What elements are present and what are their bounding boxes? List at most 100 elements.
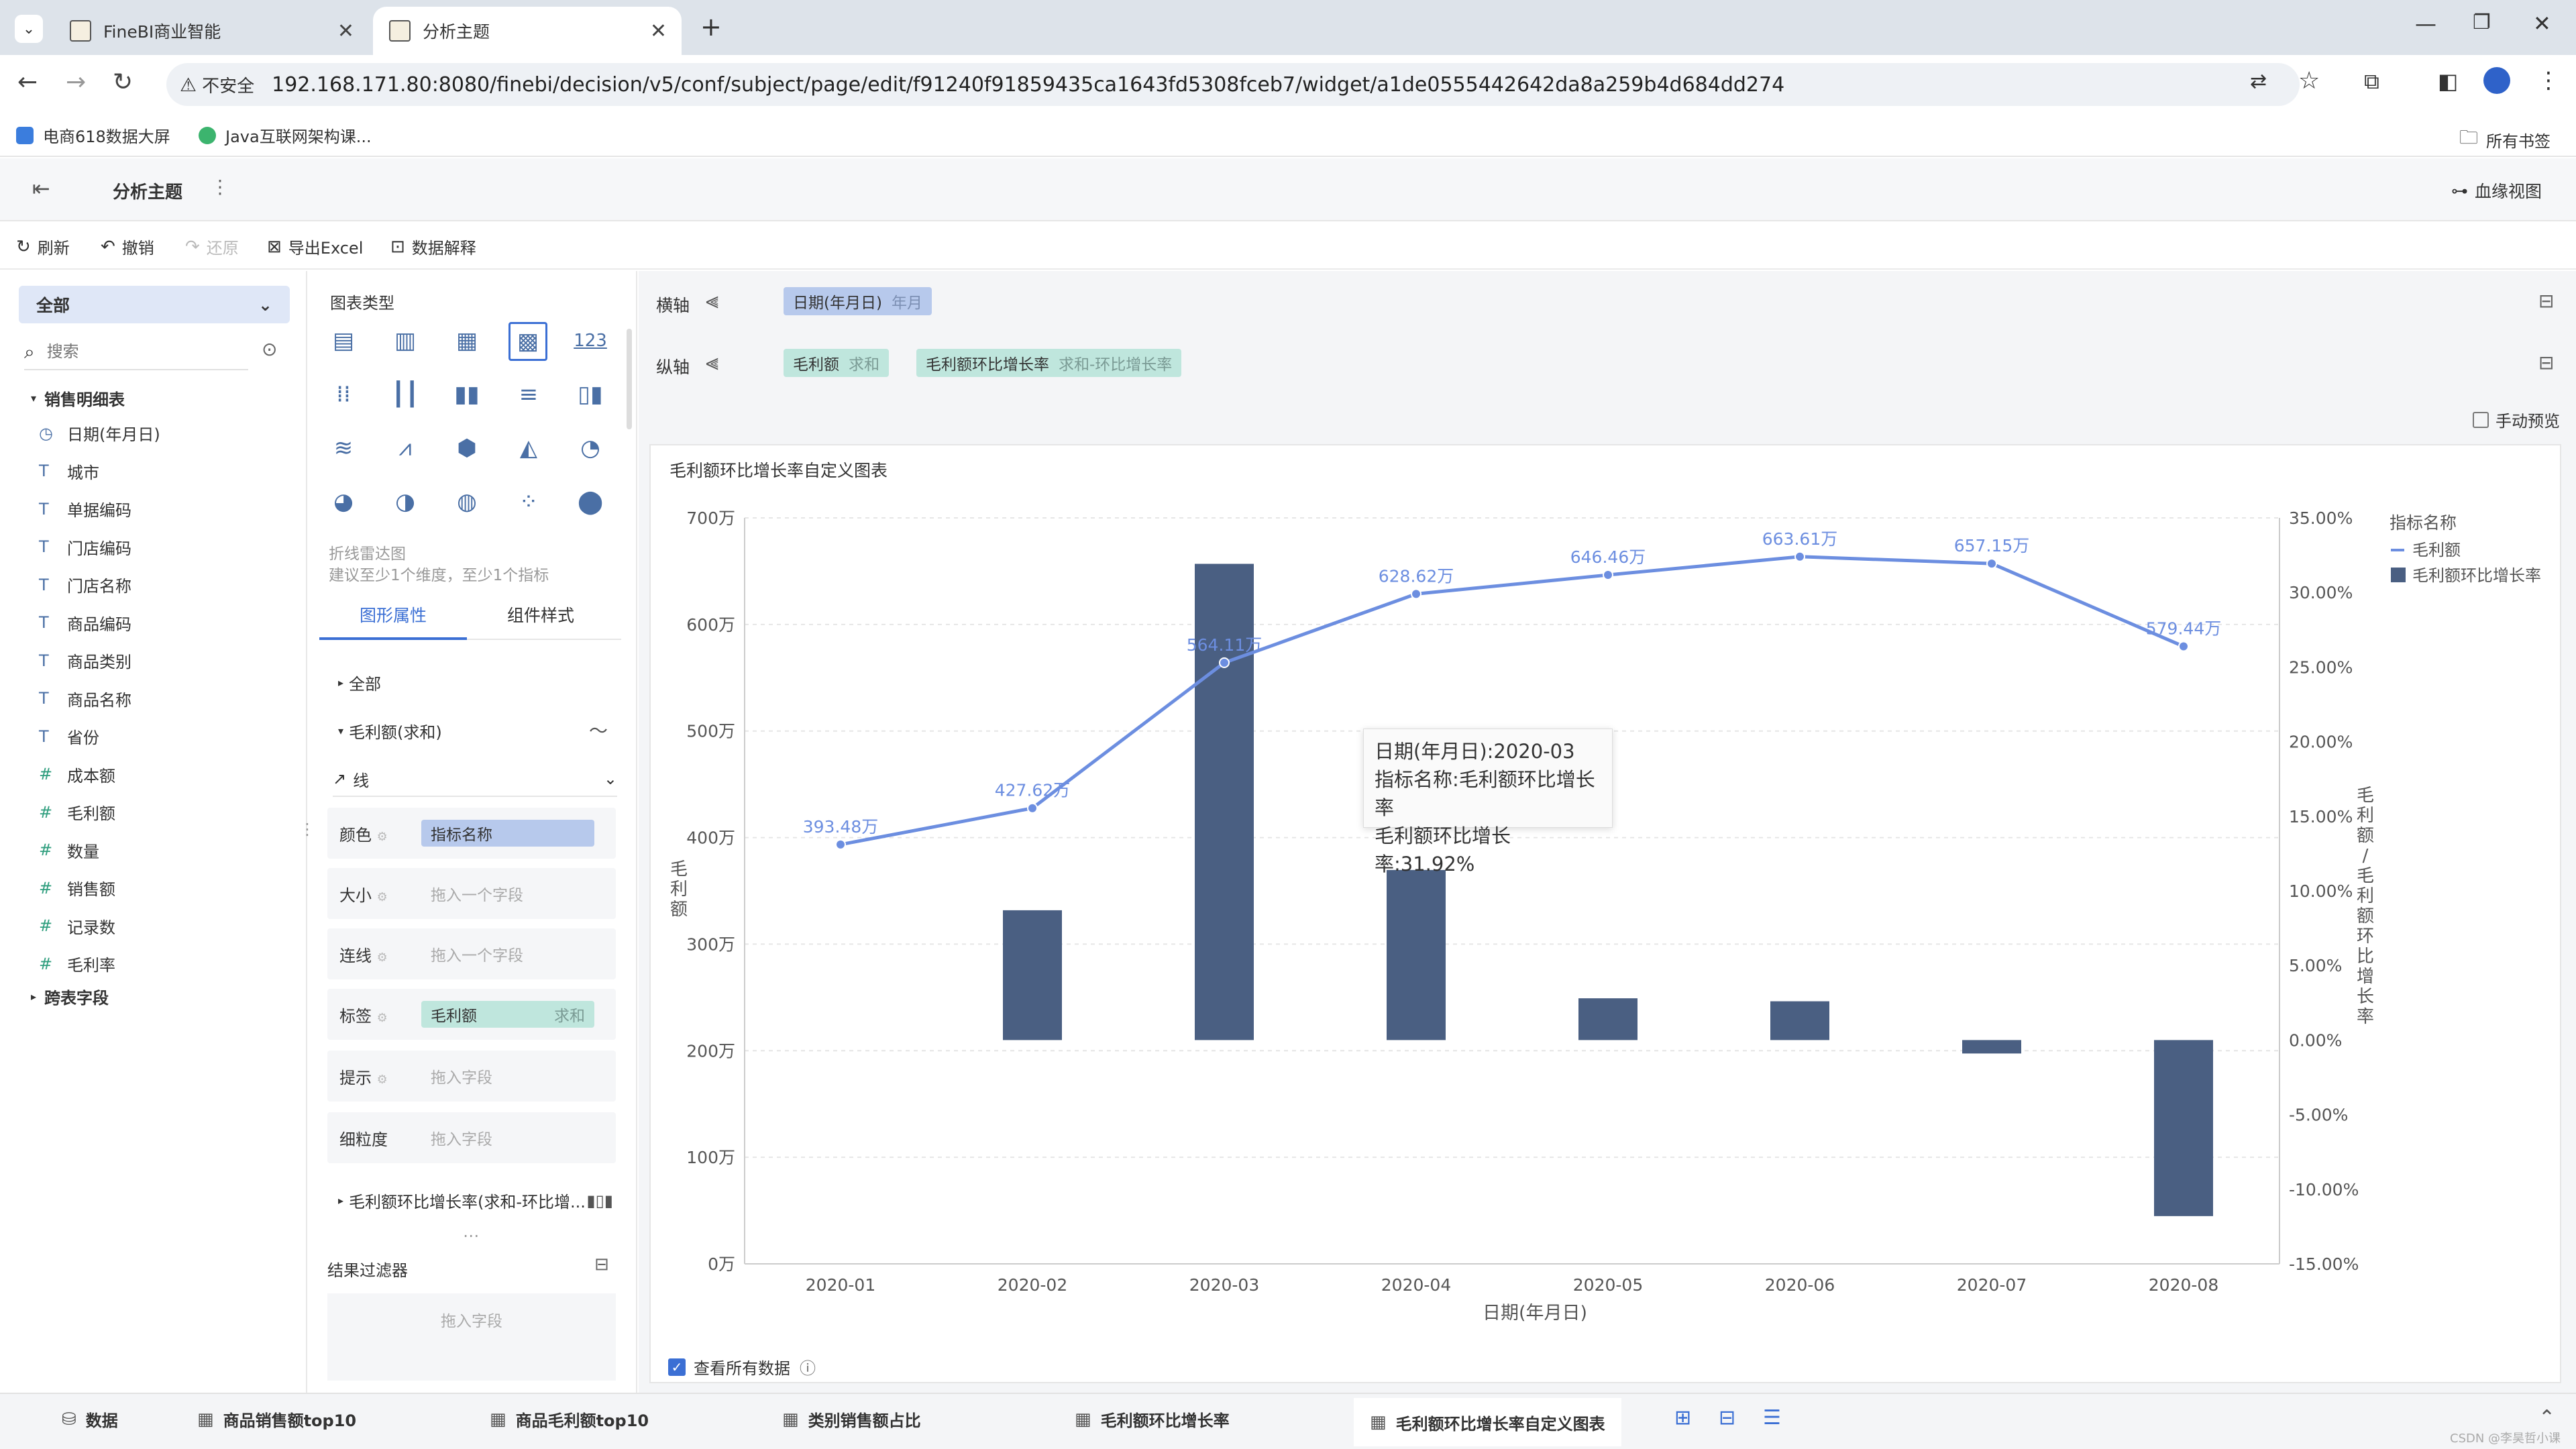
tab-graphic-properties[interactable]: 图形属性 — [319, 597, 467, 640]
x-axis-type-icon[interactable]: ⫷ — [706, 287, 718, 314]
x-axis-lock-icon[interactable]: ⊟ — [2538, 290, 2554, 312]
field-item[interactable]: T 商品编码 — [39, 611, 131, 635]
minimize-icon[interactable]: — — [2415, 11, 2436, 36]
field-item[interactable]: T 门店编码 — [39, 535, 131, 559]
tab-widget[interactable]: ▦ 商品销售额top10 — [197, 1407, 356, 1431]
manual-preview-toggle[interactable]: 手动预览 — [2473, 408, 2560, 431]
bookmark-star-icon[interactable]: ☆ — [2298, 67, 2320, 95]
table-dropdown[interactable]: 全部 ⌄ — [19, 286, 290, 323]
x-axis-field-pill[interactable]: 日期(年月日) 年月 — [784, 287, 932, 315]
field-item[interactable]: T 城市 — [39, 460, 99, 483]
extensions-icon[interactable]: ⧉ — [2364, 68, 2379, 95]
bookmark-item[interactable]: 电商618数据大屏 — [16, 123, 170, 147]
security-label[interactable]: 不安全 — [202, 72, 254, 97]
undo-button[interactable]: ↶ 撤销 — [101, 235, 154, 258]
chart-type-option-icon[interactable]: ◕ — [327, 487, 360, 517]
mark-type-select[interactable]: ↗ 线 ⌄ — [333, 762, 617, 797]
chart-legend[interactable]: 指标名称毛利额毛利额环比增长率 — [2390, 513, 2541, 585]
browser-tab-subject[interactable]: 分析主题 ✕ — [373, 7, 682, 55]
chart-type-option-icon[interactable]: ◍ — [451, 487, 483, 517]
prop-label-row[interactable]: 标签 ⚙ 毛利额 求和 — [327, 989, 616, 1040]
y-axis-field1-pill[interactable]: 毛利额 求和 — [784, 349, 889, 377]
restore-icon[interactable]: ❐ — [2473, 11, 2491, 34]
field-item[interactable]: # 记录数 — [39, 914, 115, 938]
tab-component-style[interactable]: 组件样式 — [467, 597, 614, 640]
tab-list-chevron-icon[interactable]: ⌄ — [15, 15, 43, 43]
redo-button[interactable]: ↷ 还原 — [185, 235, 239, 258]
filter-drop-zone[interactable]: 拖入字段 — [327, 1293, 616, 1381]
field-item[interactable]: # 销售额 — [39, 876, 115, 900]
menu-kebab-icon[interactable]: ⋮ — [2537, 67, 2560, 94]
cross-table-node[interactable]: ▸ 跨表字段 — [31, 985, 109, 1008]
chart-type-option-icon[interactable]: 123 — [574, 326, 607, 356]
window-close-icon[interactable]: ✕ — [2533, 11, 2551, 36]
sidepanel-icon[interactable]: ◧ — [2438, 68, 2458, 94]
view-all-data[interactable]: ✓ 查看所有数据 ⓘ — [668, 1355, 816, 1379]
tip-drop-zone[interactable]: 拖入字段 — [421, 1065, 492, 1087]
add-dashboard-icon[interactable]: ⊟ — [1719, 1406, 1735, 1430]
prop-color-row[interactable]: 颜色 ⚙ 指标名称 — [327, 808, 616, 859]
field-item[interactable]: # 毛利率 — [39, 952, 115, 975]
field-item[interactable]: T 门店名称 — [39, 573, 131, 596]
chart-type-option-icon[interactable]: ▩ — [508, 322, 547, 361]
tab-widget-active[interactable]: ▦ 毛利额环比增长率自定义图表 — [1354, 1398, 1621, 1446]
more-options-icon[interactable]: ⊙ — [262, 338, 277, 360]
all-bookmarks[interactable]: 🗀 所有书签 — [2459, 123, 2551, 156]
series2-group[interactable]: ▸ 毛利额环比增长率(求和-环比增... ▮▯▮ — [338, 1189, 613, 1212]
forward-icon[interactable]: → — [66, 68, 86, 96]
prop-connect-row[interactable]: 连线 ⚙ 拖入一个字段 — [327, 928, 616, 979]
refresh-button[interactable]: ↻ 刷新 — [16, 235, 70, 258]
chart-type-option-icon[interactable]: ◭ — [513, 433, 545, 463]
view-all-checkbox[interactable]: ✓ — [668, 1358, 686, 1376]
tab-data[interactable]: ⛁ 数据 — [62, 1407, 118, 1431]
export-excel-button[interactable]: ⊠ 导出Excel — [267, 235, 363, 258]
chart-type-option-icon[interactable]: ▦ — [451, 326, 483, 356]
tab-widget[interactable]: ▦ 商品毛利额top10 — [490, 1407, 649, 1431]
browser-tab-finebi[interactable]: FineBI商业智能 ✕ — [54, 7, 369, 55]
y-axis-field2-pill[interactable]: 毛利额环比增长率 求和-环比增长率 — [916, 349, 1182, 377]
info-icon[interactable]: ⓘ — [800, 1355, 816, 1379]
close-tab-icon[interactable]: ✕ — [337, 19, 354, 43]
field-item[interactable]: # 成本额 — [39, 763, 115, 786]
y-axis-lock-icon[interactable]: ⊟ — [2538, 352, 2554, 374]
chart-type-scrollbar[interactable] — [627, 329, 632, 429]
field-search[interactable]: ⌕ — [24, 335, 248, 370]
chart-type-option-icon[interactable]: ┃┃ — [389, 380, 421, 409]
field-item[interactable]: ◷ 日期(年月日) — [39, 421, 160, 445]
chart-type-option-icon[interactable]: ▮▮ — [451, 380, 483, 409]
field-item[interactable]: # 数量 — [39, 839, 99, 862]
manual-preview-checkbox[interactable] — [2473, 411, 2489, 428]
back-icon[interactable]: ← — [17, 68, 38, 96]
url-text[interactable]: 192.168.171.80:8080/finebi/decision/v5/c… — [272, 73, 1784, 97]
url-box[interactable]: ⚠ 不安全 192.168.171.80:8080/finebi/decisio… — [166, 63, 2300, 106]
chart-type-option-icon[interactable]: ◔ — [574, 433, 606, 463]
tab-widget[interactable]: ▦ 毛利额环比增长率 — [1075, 1407, 1230, 1431]
prop-size-row[interactable]: 大小 ⚙ 拖入一个字段 — [327, 868, 616, 919]
collapse-up-icon[interactable]: ⌃ — [2538, 1406, 2555, 1430]
reload-icon[interactable]: ↻ — [113, 68, 133, 96]
tab-widget[interactable]: ▦ 类别销售额占比 — [782, 1407, 921, 1431]
chart-type-option-icon[interactable]: ⩘ — [389, 433, 421, 463]
line-chart-icon[interactable]: 〜 — [589, 716, 608, 743]
data-explain-button[interactable]: ⊡ 数据解释 — [390, 235, 476, 258]
combo-chart[interactable]: 毛利额环比增长率自定义图表 0万 100万 200万 300万 400万 500万 600万… — [651, 445, 2563, 1385]
chart-type-option-icon[interactable]: ≡ — [513, 380, 545, 409]
y-axis-type-icon[interactable]: ⫷ — [706, 349, 718, 376]
close-tab-icon[interactable]: ✕ — [650, 19, 667, 43]
lineage-view-button[interactable]: ⊶ 血缘视图 — [2451, 178, 2542, 203]
new-tab-icon[interactable]: + — [700, 12, 722, 42]
chart-type-option-icon[interactable]: ▤ — [327, 326, 360, 356]
size-drop-zone[interactable]: 拖入一个字段 — [421, 882, 523, 905]
prop-granularity-row[interactable]: 细粒度 拖入字段 — [327, 1112, 616, 1163]
series1-group[interactable]: ▾ 毛利额(求和) — [338, 719, 442, 743]
chart-type-option-icon[interactable]: ⬢ — [451, 433, 483, 463]
exit-icon[interactable]: ⇤ — [32, 176, 50, 201]
add-component-icon[interactable]: ⊞ — [1674, 1406, 1691, 1430]
all-group[interactable]: ▸ 全部 — [338, 671, 381, 694]
granularity-drop-zone[interactable]: 拖入字段 — [421, 1126, 492, 1149]
chart-type-option-icon[interactable]: ▥ — [389, 326, 421, 356]
chart-type-option-icon[interactable]: ⁘ — [513, 487, 545, 517]
field-item[interactable]: T 商品类别 — [39, 649, 131, 672]
prop-tip-row[interactable]: 提示 ⚙ 拖入字段 — [327, 1051, 616, 1102]
translate-icon[interactable]: ⇄ — [2250, 70, 2267, 93]
